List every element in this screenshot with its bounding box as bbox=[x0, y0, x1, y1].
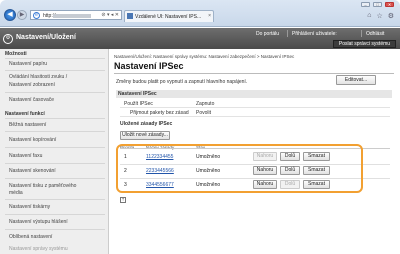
divider bbox=[5, 92, 105, 93]
minimize-button[interactable]: – bbox=[361, 2, 370, 7]
divider bbox=[5, 131, 105, 132]
divider bbox=[120, 107, 390, 108]
section-registered-policies: Uložené zásady IPSec bbox=[120, 121, 173, 127]
page-title: Nastavení IPSec bbox=[114, 61, 184, 71]
divider bbox=[5, 58, 105, 59]
mail-admin-button[interactable]: Poslat správci systému bbox=[333, 40, 396, 48]
favorites-star-icon[interactable]: ☆ bbox=[376, 12, 382, 20]
edit-button[interactable]: Editovat... bbox=[336, 75, 376, 85]
section-ipsec-settings: Nastavení IPSec bbox=[116, 90, 392, 98]
tab-title: Vzdálené UI: Nastavení IPS... bbox=[135, 14, 202, 20]
sidebar-item-fax[interactable]: Nastavení faxu bbox=[0, 153, 109, 159]
browser-window: – □ ✕ ◀ ▶ e http:// ⊘ ▾ ◂ ✕ Vzdálené UI:… bbox=[0, 0, 400, 254]
sidebar-item-system[interactable]: Nastavení správy systému bbox=[0, 246, 109, 252]
breadcrumb: Nastavení/Uložení: Nastavení správy syst… bbox=[114, 54, 295, 59]
sidebar-item-media-print[interactable]: Nastavení tisku z paměťového bbox=[0, 183, 109, 189]
register-policy-button[interactable]: Uložit nové zásady... bbox=[120, 131, 170, 140]
sidebar-item-favorites[interactable]: Oblíbená nastavení bbox=[0, 234, 109, 240]
toolbar-icons: ⌂ ☆ ⚙ bbox=[367, 12, 394, 20]
forward-arrow-icon[interactable]: ▶ bbox=[17, 10, 27, 20]
logged-user-label: Přihlášení uživatele: bbox=[292, 31, 337, 37]
divider bbox=[120, 116, 390, 117]
browser-tab[interactable]: Vzdálené UI: Nastavení IPS... × bbox=[124, 10, 214, 22]
page-favicon-icon bbox=[127, 13, 133, 19]
close-window-button[interactable]: ✕ bbox=[385, 2, 394, 7]
divider bbox=[5, 199, 105, 200]
sidebar-item-volume-cont[interactable]: Nastavení zobrazení bbox=[0, 82, 109, 88]
browser-icon: e bbox=[33, 12, 40, 19]
back-arrow-icon[interactable]: ◀ bbox=[4, 9, 16, 21]
sidebar-item-volume[interactable]: Ovládání hlasitosti zvuku / bbox=[0, 74, 109, 80]
sidebar-item-report[interactable]: Nastavení výstupu hlášení bbox=[0, 219, 109, 225]
sidebar-item-media-print-cont[interactable]: média bbox=[0, 190, 109, 196]
window-controls: – □ ✕ bbox=[361, 2, 394, 7]
settings-gear-icon[interactable]: ⚙ bbox=[388, 12, 394, 20]
divider bbox=[5, 229, 105, 230]
restart-notice: Změny budou platit po vypnutí a zapnutí … bbox=[116, 79, 248, 85]
settings-logo-icon: ⚙ bbox=[3, 34, 13, 44]
divider bbox=[5, 70, 105, 71]
page-up-icon[interactable]: ⇡ bbox=[120, 197, 126, 203]
sidebar-item-copy[interactable]: Nastavení kopírování bbox=[0, 137, 109, 143]
address-controls[interactable]: ⊘ ▾ ◂ ✕ bbox=[101, 12, 119, 18]
tab-close-icon[interactable]: × bbox=[208, 13, 211, 19]
logout-link[interactable]: Odhlásit bbox=[366, 31, 384, 37]
address-bar[interactable]: e http:// ⊘ ▾ ◂ ✕ bbox=[30, 10, 122, 20]
divider bbox=[5, 147, 105, 148]
portal-link[interactable]: Do portálu bbox=[256, 31, 279, 37]
sidebar-group-options: Možnosti bbox=[5, 51, 27, 57]
divider bbox=[5, 178, 105, 179]
header-divider bbox=[287, 30, 288, 37]
maximize-button[interactable]: □ bbox=[373, 2, 382, 7]
sidebar-item-common[interactable]: Běžná nastavení bbox=[0, 122, 109, 128]
sidebar-item-paper[interactable]: Nastavení papíru bbox=[0, 61, 109, 67]
policy-list-highlight bbox=[116, 144, 363, 193]
sidebar-item-timer[interactable]: Nastavení časovače bbox=[0, 97, 109, 103]
home-icon[interactable]: ⌂ bbox=[367, 12, 371, 20]
divider bbox=[114, 73, 394, 74]
sidebar-group-functions: Nastavení funkcí bbox=[5, 111, 45, 117]
sidebar-item-scan[interactable]: Nastavení skenování bbox=[0, 168, 109, 174]
divider bbox=[5, 214, 105, 215]
divider bbox=[5, 118, 105, 119]
sidebar-item-printer[interactable]: Nastavení tiskárny bbox=[0, 204, 109, 210]
header-divider bbox=[361, 30, 362, 37]
divider bbox=[5, 163, 105, 164]
url-masked bbox=[53, 14, 91, 18]
page-app-title: Nastavení/Uložení bbox=[16, 34, 76, 41]
